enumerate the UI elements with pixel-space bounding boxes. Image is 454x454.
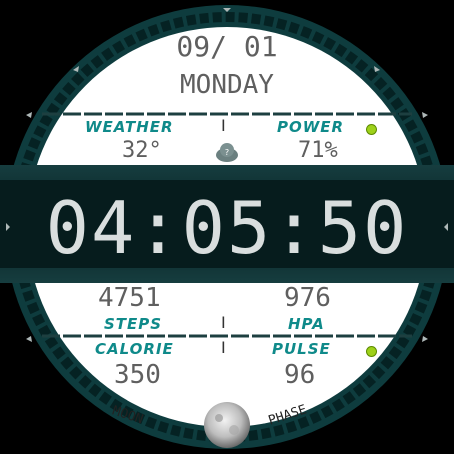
calorie-label: CALORIE [95, 340, 174, 358]
pressure-value: 976 [284, 283, 331, 313]
divider-mid: I [221, 313, 226, 332]
battery-value: 71% [298, 138, 338, 163]
divider-bot: I [221, 338, 226, 357]
temperature-value: 32° [122, 138, 162, 163]
steps-label: STEPS [104, 315, 163, 333]
weekday-text: MONDAY [180, 70, 274, 100]
moon-icon [204, 402, 250, 448]
divider-top: I [221, 116, 226, 135]
time-display: 04:05:50 [45, 186, 409, 270]
weather-label: WEATHER [85, 118, 174, 136]
svg-text:?: ? [225, 148, 229, 157]
calorie-value: 350 [114, 360, 161, 390]
date-text: 09/ 01 [176, 30, 278, 63]
status-dot-icon [366, 346, 377, 357]
watch-face: ? 09/ 01 MONDAY WEATHER I POWER 32° 71% … [0, 0, 454, 454]
power-label: POWER [277, 118, 345, 136]
pulse-value: 96 [284, 360, 316, 390]
hpa-label: HPA [288, 315, 325, 333]
steps-value: 4751 [98, 283, 161, 313]
pulse-label: PULSE [272, 340, 331, 358]
status-dot-icon [366, 124, 377, 135]
